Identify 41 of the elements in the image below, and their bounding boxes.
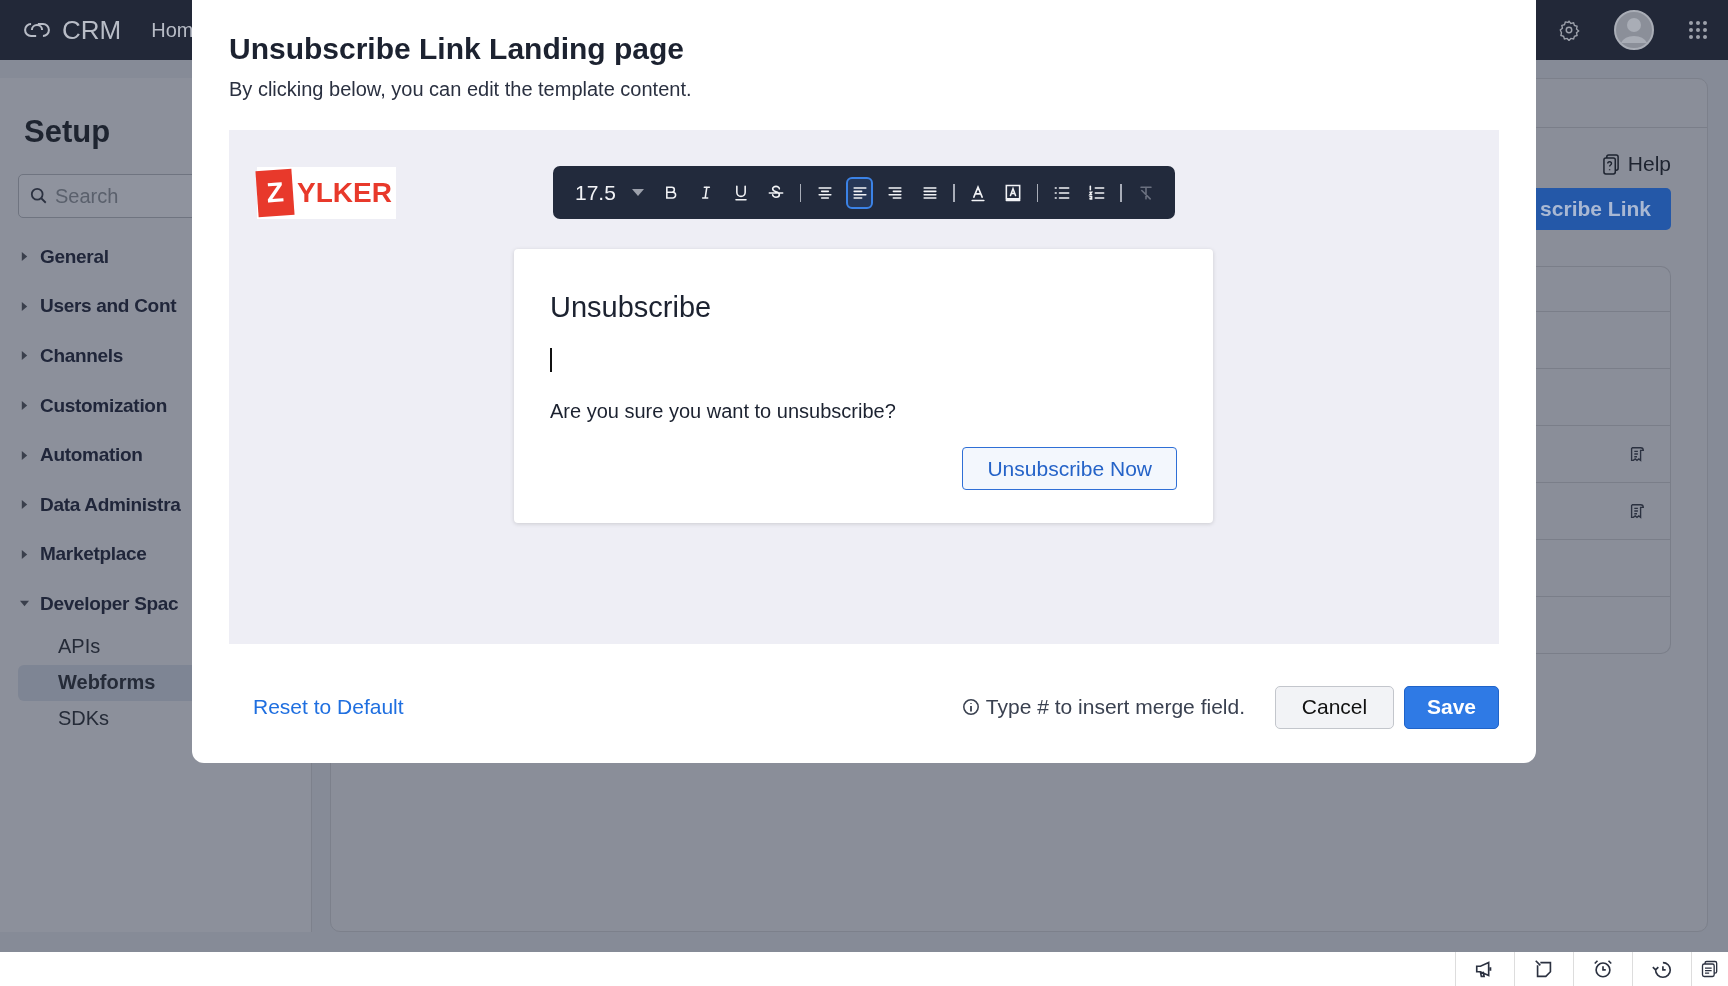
tree-item[interactable]: Developer Spac [18,579,311,629]
font-size-dropdown[interactable]: 17.5 [569,180,650,205]
card-heading: Unsubscribe [550,291,713,324]
cancel-button[interactable]: Cancel [1275,685,1394,729]
hint-text: Type # to insert merge field. [985,695,1245,719]
search-icon [30,187,48,205]
app-name: CRM [62,14,122,46]
tree-item[interactable]: Automation [18,430,311,480]
confirm-text: Are you sure you want to unsubscribe? [550,400,897,423]
tree-item[interactable]: Data Administra [18,479,311,530]
help-link[interactable]: Help [1602,152,1671,176]
expand-caret-icon [20,252,29,262]
expand-caret-icon [20,500,29,510]
text-cursor [550,348,552,372]
save-button[interactable]: Save [1404,685,1499,729]
expand-caret-icon [20,301,29,311]
tree-item[interactable]: Customization [18,380,311,431]
tree-item[interactable]: Channels [18,331,311,381]
dialog-title: Unsubscribe Link Landing page [229,32,686,66]
apps-grid-icon[interactable] [1688,20,1708,40]
collapse-caret-icon [20,599,29,609]
unsubscribe-button[interactable]: Unsubscribe Now [962,447,1177,490]
tree-item[interactable]: General [18,232,311,282]
info-icon [961,698,980,716]
expand-caret-icon [20,351,29,361]
avatar-icon[interactable] [1614,10,1654,50]
tree-item[interactable]: Marketplace [18,529,311,580]
expand-caret-icon [20,450,29,460]
align-left-icon[interactable] [846,176,874,209]
help-icon [1602,153,1620,175]
company-logo: Z YLKER [257,166,396,219]
expand-caret-icon [20,549,29,559]
sidebar-title: Setup [24,114,112,150]
nav-tab[interactable]: Hom [151,18,194,42]
dialog-subtitle: By clicking below, you can edit the template content. [229,78,693,101]
tree-item[interactable]: Users and Cont [18,281,311,332]
settings-icon[interactable] [1558,19,1580,41]
receipt-icon[interactable] [1628,502,1646,520]
caret-icon [631,188,644,197]
receipt-icon[interactable] [1628,445,1646,463]
expand-caret-icon [20,401,29,411]
